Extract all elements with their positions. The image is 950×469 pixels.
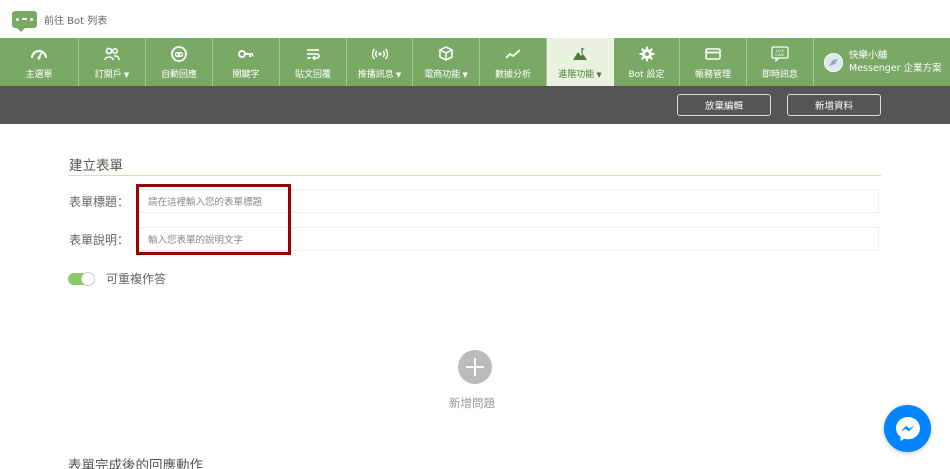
nav-label: 訂閱戶 [94,69,122,80]
box-icon [439,45,453,63]
repeat-answer-row: 可重複作答 [68,270,166,287]
add-question-button[interactable] [458,350,492,384]
top-bar: 前往 Bot 列表 [0,0,950,38]
messenger-icon [895,416,920,441]
broadcast-icon [371,45,388,63]
form-desc-label: 表單說明： [69,232,130,247]
nav-label: 即時訊息 [761,69,798,80]
nav-item-bot-settings[interactable]: Bot 設定 [614,38,680,86]
nav-label: 主選單 [25,69,53,80]
add-data-button[interactable]: 新增資料 [787,94,881,116]
section-divider [68,175,881,176]
wrap-text-icon [306,45,320,63]
nav-label: 自動回應 [160,69,197,80]
avatar [824,52,843,72]
profile-plan: Messenger 企業方案 [849,63,942,74]
repeat-answer-toggle[interactable] [68,271,95,286]
nav-item-ecommerce[interactable]: 電商功能 ▼ [413,38,480,86]
nav-label: 數據分析 [494,69,531,80]
chart-line-icon [505,45,521,63]
messenger-chat-button[interactable] [884,405,931,452]
nav-item-broadcast[interactable]: 推播訊息 ▼ [347,38,413,86]
nav-label: 關鍵字 [232,69,260,80]
robot-icon [171,45,187,63]
mountain-flag-icon [572,45,588,63]
credit-card-icon [705,45,721,63]
highlight-annotation-box [136,184,291,255]
nav-item-post-reply[interactable]: 貼文回覆 [280,38,347,86]
form-title-label: 表單標題： [69,194,130,209]
nav-item-auto-reply[interactable]: 自動回應 [146,38,213,86]
nav-item-live-chat[interactable]: LIVE CHAT 即時訊息 [747,38,814,86]
section-title: 建立表單 [69,158,123,174]
dashboard-gauge-icon [31,45,47,63]
nav-label: 帳務管理 [694,69,731,80]
live-chat-badge-line: CHAT [775,53,785,57]
nav-label: 貼文回覆 [294,69,331,80]
main-nav: 主選單 訂閱戶 ▼ 自動回應 關鍵字 貼文回覆 推播訊息 ▼ 電商功能 ▼ 數據… [0,38,950,86]
caret-down-icon: ▼ [462,70,468,79]
nav-item-keywords[interactable]: 關鍵字 [213,38,280,86]
bot-logo-icon[interactable] [12,10,37,32]
repeat-answer-label: 可重複作答 [106,272,167,286]
nav-item-subscribers[interactable]: 訂閱戶 ▼ [79,38,146,86]
users-icon [104,45,120,63]
nav-label: 進階功能 [558,69,595,80]
after-submit-title: 表單完成後的回應動作 [68,458,203,469]
nav-item-billing[interactable]: 帳務管理 [680,38,747,86]
gear-icon [639,45,655,63]
nav-label: 電商功能 [424,69,461,80]
action-bar: 放棄編輯 新增資料 [0,86,950,124]
nav-item-advanced[interactable]: 進階功能 ▼ [547,38,614,86]
live-chat-icon: LIVE CHAT [771,45,789,63]
toggle-knob [81,271,95,286]
caret-down-icon: ▼ [395,70,402,79]
back-to-bot-list-link[interactable]: 前往 Bot 列表 [44,12,107,27]
key-icon [238,45,254,63]
nav-item-analytics[interactable]: 數據分析 [480,38,547,86]
add-question-label[interactable]: 新增問題 [449,395,495,411]
nav-label: Bot 設定 [628,69,665,80]
plus-icon [466,358,484,376]
caret-down-icon: ▼ [123,70,130,79]
nav-label: 推播訊息 [357,69,394,80]
profile-menu[interactable]: 快樂小舖 Messenger 企業方案 [814,38,950,86]
profile-name: 快樂小舖 [849,50,888,61]
form-editor: 建立表單 表單標題： 請在這裡輸入您的表單標題 表單說明： 輸入您表單的說明文字… [0,124,950,469]
caret-down-icon: ▼ [596,70,602,79]
nav-item-main-menu[interactable]: 主選單 [0,38,79,86]
discard-edit-button[interactable]: 放棄編輯 [677,94,771,116]
